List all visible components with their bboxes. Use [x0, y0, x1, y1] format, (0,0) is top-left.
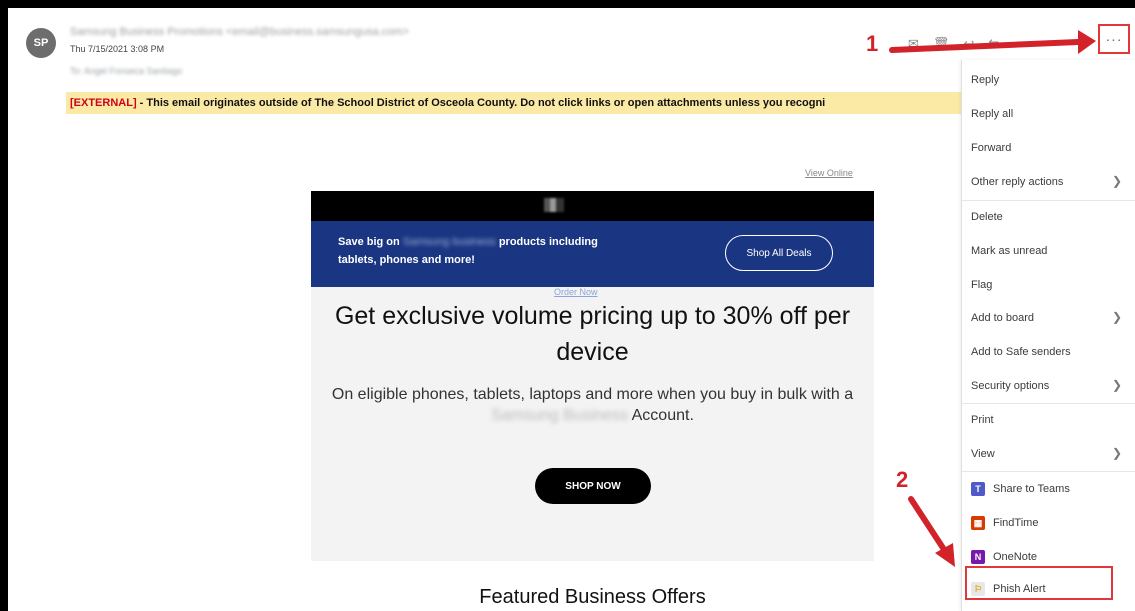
menu-item-add-to-board[interactable]: Add to board ❯	[962, 301, 1135, 335]
sent-date: Thu 7/15/2021 3:08 PM	[70, 44, 165, 54]
phish-alert-highlight	[965, 566, 1113, 600]
menu-item-label: View	[971, 448, 995, 460]
broken-image-link[interactable]: Order Now	[554, 287, 598, 297]
external-tag: [EXTERNAL]	[70, 97, 137, 109]
subtext-pre: On eligible phones, tablets, laptops and…	[331, 386, 854, 403]
menu-item-label: Add to board	[971, 312, 1034, 324]
band-text-redacted: Samsung business	[402, 236, 496, 248]
promo-subtext: On eligible phones, tablets, laptops and…	[321, 384, 864, 426]
email-reading-pane: SP Samsung Business Promotions <email@bu…	[8, 8, 1135, 611]
teams-icon: T	[971, 482, 985, 496]
menu-item-label: Security options	[971, 380, 1050, 392]
chevron-right-icon: ❯	[1111, 310, 1122, 324]
band-text-line2: tablets, phones and more!	[338, 254, 475, 266]
menu-item-label: Reply	[971, 74, 1000, 86]
chevron-right-icon: ❯	[1111, 446, 1122, 460]
menu-item-add-to-safe-senders[interactable]: Add to Safe senders	[962, 335, 1135, 369]
shop-now-button[interactable]: SHOP NOW	[535, 468, 651, 504]
menu-item-label: Reply all	[971, 108, 1014, 120]
subtext-post: Account.	[631, 407, 694, 424]
shop-all-deals-button[interactable]: Shop All Deals	[725, 235, 833, 271]
menu-item-label: Flag	[971, 279, 993, 291]
menu-item-forward[interactable]: Forward	[962, 131, 1135, 165]
chevron-right-icon: ❯	[1111, 174, 1122, 188]
external-warning-text: - This email originates outside of The S…	[136, 97, 826, 109]
step1-number: 1	[866, 31, 879, 56]
step1-arrow	[889, 30, 1096, 54]
chevron-right-icon: ❯	[1111, 378, 1122, 392]
menu-item-label: Share to Teams	[993, 483, 1070, 495]
menu-item-label: OneNote	[993, 551, 1038, 563]
avatar: SP	[26, 28, 56, 58]
menu-item-other-reply-actions[interactable]: Other reply actions ❯	[962, 165, 1135, 199]
band-text-post: products including	[498, 236, 598, 248]
menu-item-label: Delete	[971, 211, 1003, 223]
menu-item-view[interactable]: View ❯	[962, 437, 1135, 471]
featured-offers-heading: Featured Business Offers	[479, 586, 706, 608]
menu-item-share-to-teams[interactable]: T Share to Teams	[962, 472, 1135, 506]
promo-headline: Get exclusive volume pricing up to 30% o…	[334, 302, 851, 366]
onenote-icon: N	[971, 550, 985, 564]
recipient-line: To: Angel Fonseca Santiago	[70, 66, 183, 76]
menu-item-label: Mark as unread	[971, 245, 1048, 257]
menu-item-security-options[interactable]: Security options ❯	[962, 369, 1135, 403]
menu-item-delete[interactable]: Delete	[962, 200, 1135, 234]
sender-name[interactable]: Samsung Business Promotions <email@busin…	[70, 26, 409, 38]
menu-item-print[interactable]: Print	[962, 403, 1135, 437]
step2-number: 2	[896, 467, 909, 492]
menu-item-label: Print	[971, 414, 994, 426]
subtext-redacted: Samsung Business	[491, 407, 629, 424]
menu-item-mark-as-unread[interactable]: Mark as unread	[962, 234, 1135, 268]
menu-item-label: FindTime	[993, 517, 1039, 529]
more-actions-menu: Reply Reply all Forward Other reply acti…	[961, 60, 1135, 611]
view-online-link[interactable]: View Online	[805, 168, 853, 178]
menu-item-reply[interactable]: Reply	[962, 63, 1135, 97]
menu-item-label: Forward	[971, 142, 1012, 154]
email-header-strip	[311, 191, 874, 221]
step2-arrow	[908, 496, 955, 567]
menu-item-flag[interactable]: Flag	[962, 268, 1135, 302]
menu-item-findtime[interactable]: ▦ FindTime	[962, 506, 1135, 540]
external-warning-banner: [EXTERNAL] - This email originates outsi…	[66, 92, 970, 114]
promo-band-text: Save big on Samsung business products in…	[338, 233, 698, 269]
menu-item-label: Other reply actions	[971, 176, 1064, 188]
menu-item-reply-all[interactable]: Reply all	[962, 97, 1135, 131]
band-text-pre: Save big on	[338, 236, 400, 248]
more-actions-button[interactable]: ···	[1098, 24, 1130, 54]
brand-logo	[544, 198, 564, 212]
findtime-icon: ▦	[971, 516, 985, 530]
menu-item-label: Add to Safe senders	[971, 346, 1071, 358]
